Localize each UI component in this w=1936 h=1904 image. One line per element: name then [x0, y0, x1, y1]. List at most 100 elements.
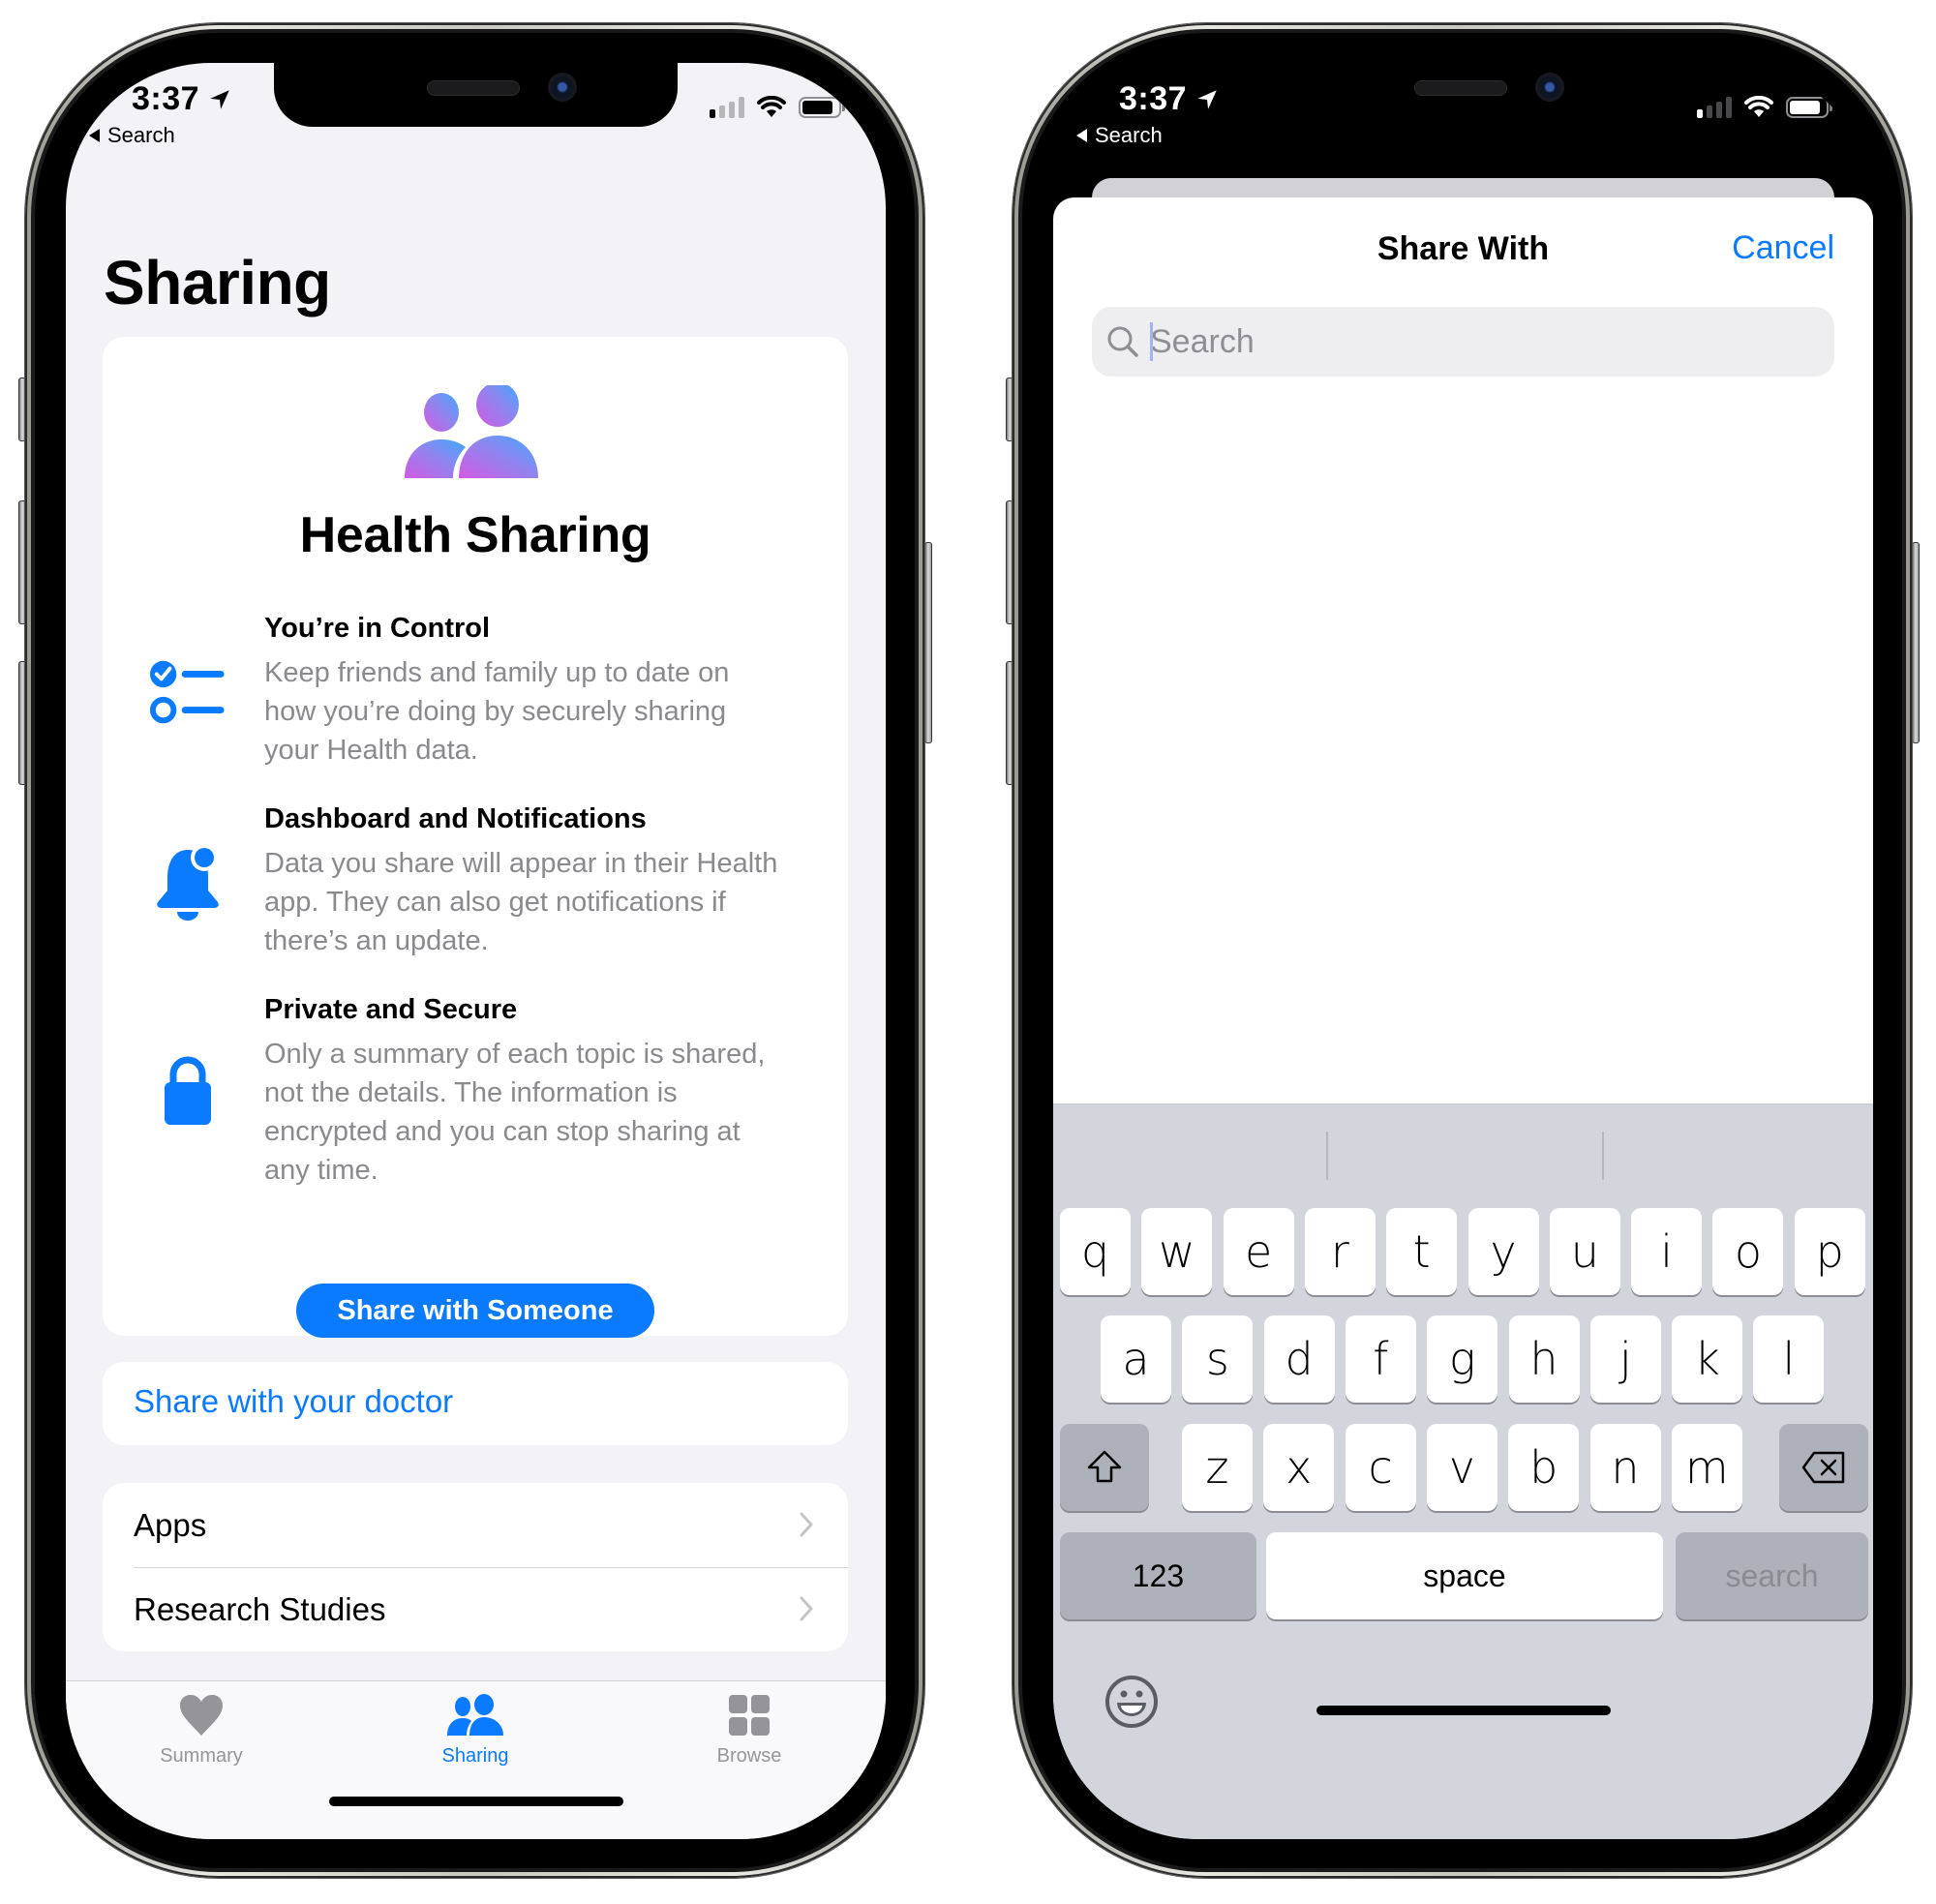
- key-h[interactable]: h: [1508, 1315, 1580, 1403]
- key-y[interactable]: y: [1467, 1208, 1539, 1295]
- power-button: [924, 542, 932, 743]
- status-time: 3:37: [1119, 80, 1220, 118]
- front-camera: [1535, 73, 1564, 102]
- chevron-right-icon: [800, 1596, 813, 1621]
- feature-description: Only a summary of each topic is shared, …: [264, 1039, 766, 1186]
- key-k[interactable]: k: [1672, 1315, 1743, 1403]
- key-i[interactable]: i: [1631, 1208, 1703, 1295]
- key-b[interactable]: b: [1508, 1424, 1580, 1511]
- battery-icon: [799, 97, 845, 118]
- screen-left: 3:37 Search Sharing Health Sharing You’r…: [66, 63, 886, 1839]
- share-with-doctor-link[interactable]: Share with your doctor: [134, 1383, 453, 1420]
- location-arrow-icon: [210, 89, 229, 109]
- tab-sharing[interactable]: Sharing: [378, 1691, 572, 1788]
- speaker-grille: [427, 80, 520, 96]
- search-input[interactable]: [1150, 322, 1808, 361]
- delete-icon: [1801, 1451, 1845, 1484]
- checklist-icon: [149, 660, 225, 724]
- feature-description: Keep friends and family up to date on ho…: [264, 657, 730, 766]
- home-indicator[interactable]: [329, 1797, 623, 1806]
- speaker-grille: [1414, 80, 1507, 96]
- numbers-key[interactable]: 123: [1060, 1532, 1256, 1619]
- share-with-doctor-card: Share with your doctor: [103, 1362, 848, 1445]
- sharing-list: Apps Research Studies: [103, 1483, 848, 1651]
- share-with-someone-button[interactable]: Share with Someone: [296, 1284, 654, 1338]
- keyboard-row-4: 123 space search: [1053, 1532, 1873, 1619]
- tab-bar: Summary Sharing Browse: [66, 1680, 886, 1839]
- list-item-apps[interactable]: Apps: [103, 1483, 848, 1567]
- delete-key[interactable]: [1779, 1424, 1868, 1511]
- key-g[interactable]: g: [1427, 1315, 1498, 1403]
- shift-key[interactable]: [1060, 1424, 1149, 1511]
- key-x[interactable]: x: [1263, 1424, 1335, 1511]
- feature-description: Data you share will appear in their Heal…: [264, 848, 778, 956]
- key-c[interactable]: c: [1345, 1424, 1416, 1511]
- back-to-search[interactable]: Search: [1076, 123, 1163, 148]
- people-icon: [447, 1694, 503, 1736]
- front-camera: [548, 73, 577, 102]
- back-triangle-icon: [89, 129, 100, 142]
- feature-title: Private and Secure: [264, 994, 518, 1025]
- key-j[interactable]: j: [1589, 1315, 1661, 1403]
- key-a[interactable]: a: [1101, 1315, 1171, 1403]
- key-e[interactable]: e: [1223, 1208, 1294, 1295]
- key-n[interactable]: n: [1589, 1424, 1661, 1511]
- key-s[interactable]: s: [1182, 1315, 1254, 1403]
- key-o[interactable]: o: [1712, 1208, 1784, 1295]
- bell-badge-icon: [157, 844, 219, 921]
- lock-icon: [165, 1056, 211, 1125]
- search-icon: [1107, 326, 1138, 357]
- key-p[interactable]: p: [1794, 1208, 1865, 1295]
- people-gradient-icon: [405, 385, 538, 478]
- location-arrow-icon: [1197, 89, 1217, 109]
- key-f[interactable]: f: [1345, 1315, 1416, 1403]
- cellular-signal-icon: [710, 97, 744, 118]
- grid-icon: [729, 1695, 770, 1736]
- predictive-divider: [1602, 1132, 1604, 1180]
- predictive-divider: [1326, 1132, 1328, 1180]
- wifi-icon: [757, 96, 786, 117]
- shift-icon: [1087, 1450, 1122, 1483]
- tab-summary[interactable]: Summary: [105, 1691, 298, 1788]
- keyboard-row-2: asdfghjkl: [1053, 1315, 1873, 1403]
- search-return-key[interactable]: search: [1676, 1532, 1868, 1619]
- keyboard-row-3: zxcvbnm: [1053, 1424, 1873, 1511]
- key-v[interactable]: v: [1426, 1424, 1497, 1511]
- hero-title: Health Sharing: [299, 507, 651, 563]
- key-d[interactable]: d: [1263, 1315, 1335, 1403]
- cancel-button[interactable]: Cancel: [1732, 229, 1834, 267]
- key-q[interactable]: q: [1060, 1208, 1131, 1295]
- status-indicators: [710, 96, 845, 119]
- health-sharing-card: Health Sharing You’re in Control Keep fr…: [103, 337, 848, 1338]
- chevron-right-icon: [800, 1512, 813, 1537]
- key-t[interactable]: t: [1386, 1208, 1458, 1295]
- page-title: Sharing: [104, 248, 331, 317]
- key-u[interactable]: u: [1549, 1208, 1620, 1295]
- list-item-research-studies[interactable]: Research Studies: [103, 1567, 848, 1651]
- home-indicator[interactable]: [1316, 1706, 1611, 1715]
- tab-browse[interactable]: Browse: [652, 1691, 846, 1788]
- notch: [274, 63, 678, 127]
- key-m[interactable]: m: [1671, 1424, 1742, 1511]
- key-w[interactable]: w: [1141, 1208, 1213, 1295]
- back-triangle-icon: [1076, 129, 1087, 142]
- key-r[interactable]: r: [1304, 1208, 1376, 1295]
- phone-frame-right: 3:37 Search Share With Cancel Search q w…: [1013, 23, 1912, 1878]
- screen-right: 3:37 Search Share With Cancel Search q w…: [1053, 63, 1873, 1839]
- power-button: [1912, 542, 1920, 743]
- search-field[interactable]: [1092, 307, 1834, 377]
- emoji-icon[interactable]: [1104, 1674, 1160, 1730]
- back-to-search[interactable]: Search: [89, 123, 175, 148]
- feature-title: Dashboard and Notifications: [264, 803, 647, 834]
- status-time: 3:37: [132, 80, 232, 118]
- space-key[interactable]: space: [1266, 1532, 1663, 1619]
- battery-icon: [1786, 97, 1832, 118]
- key-l[interactable]: l: [1753, 1315, 1825, 1403]
- key-z[interactable]: z: [1182, 1424, 1253, 1511]
- status-indicators: [1697, 96, 1832, 119]
- phone-frame-left: 3:37 Search Sharing Health Sharing You’r…: [25, 23, 924, 1878]
- notch: [1261, 63, 1665, 127]
- keyboard: qwertyuiop asdfghjkl zxcvbnm 123 space s…: [1053, 1103, 1873, 1839]
- keyboard-row-1: qwertyuiop: [1053, 1208, 1873, 1295]
- cellular-signal-icon: [1697, 97, 1732, 118]
